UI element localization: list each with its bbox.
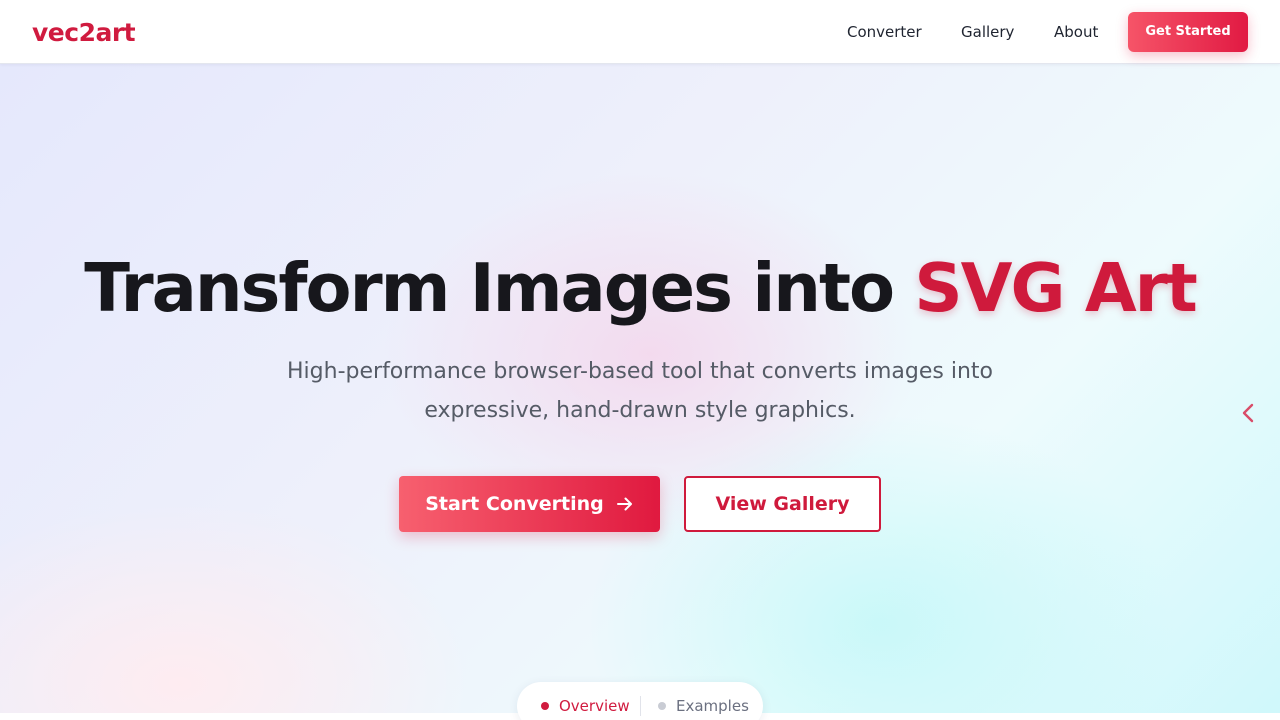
hero-title-main: Transform Images into (84, 249, 895, 327)
tab-overview[interactable]: Overview (541, 694, 630, 718)
hero-title: Transform Images into SVG Art (0, 246, 1280, 330)
arrow-right-icon (616, 497, 632, 511)
brand-logo[interactable]: vec2art (32, 16, 136, 50)
hero-title-accent: SVG Art (914, 249, 1197, 327)
tab-overview-label: Overview (559, 697, 630, 715)
section-tabs: Overview Examples (517, 682, 763, 720)
tab-examples-label: Examples (676, 697, 749, 715)
top-navbar: vec2art Converter Gallery About Get Star… (0, 0, 1280, 64)
get-started-button[interactable]: Get Started (1128, 12, 1248, 52)
nav-link-converter[interactable]: Converter (847, 22, 922, 42)
nav-link-about[interactable]: About (1054, 22, 1098, 42)
view-gallery-label: View Gallery (715, 493, 850, 515)
hero-subtitle-line-2: expressive, hand-drawn style graphics. (424, 398, 856, 423)
start-converting-button[interactable]: Start Converting (399, 476, 660, 532)
start-converting-label: Start Converting (425, 493, 604, 515)
inactive-dot-icon (658, 702, 666, 710)
view-gallery-button[interactable]: View Gallery (684, 476, 881, 532)
active-dot-icon (541, 702, 549, 710)
hero-subtitle: High-performance browser-based tool that… (280, 352, 1000, 430)
chevron-left-icon[interactable] (1238, 402, 1258, 424)
tab-divider (640, 696, 641, 716)
hero-subtitle-line-1: High-performance browser-based tool that… (287, 359, 993, 384)
tab-examples[interactable]: Examples (658, 694, 749, 718)
nav-link-gallery[interactable]: Gallery (961, 22, 1014, 42)
